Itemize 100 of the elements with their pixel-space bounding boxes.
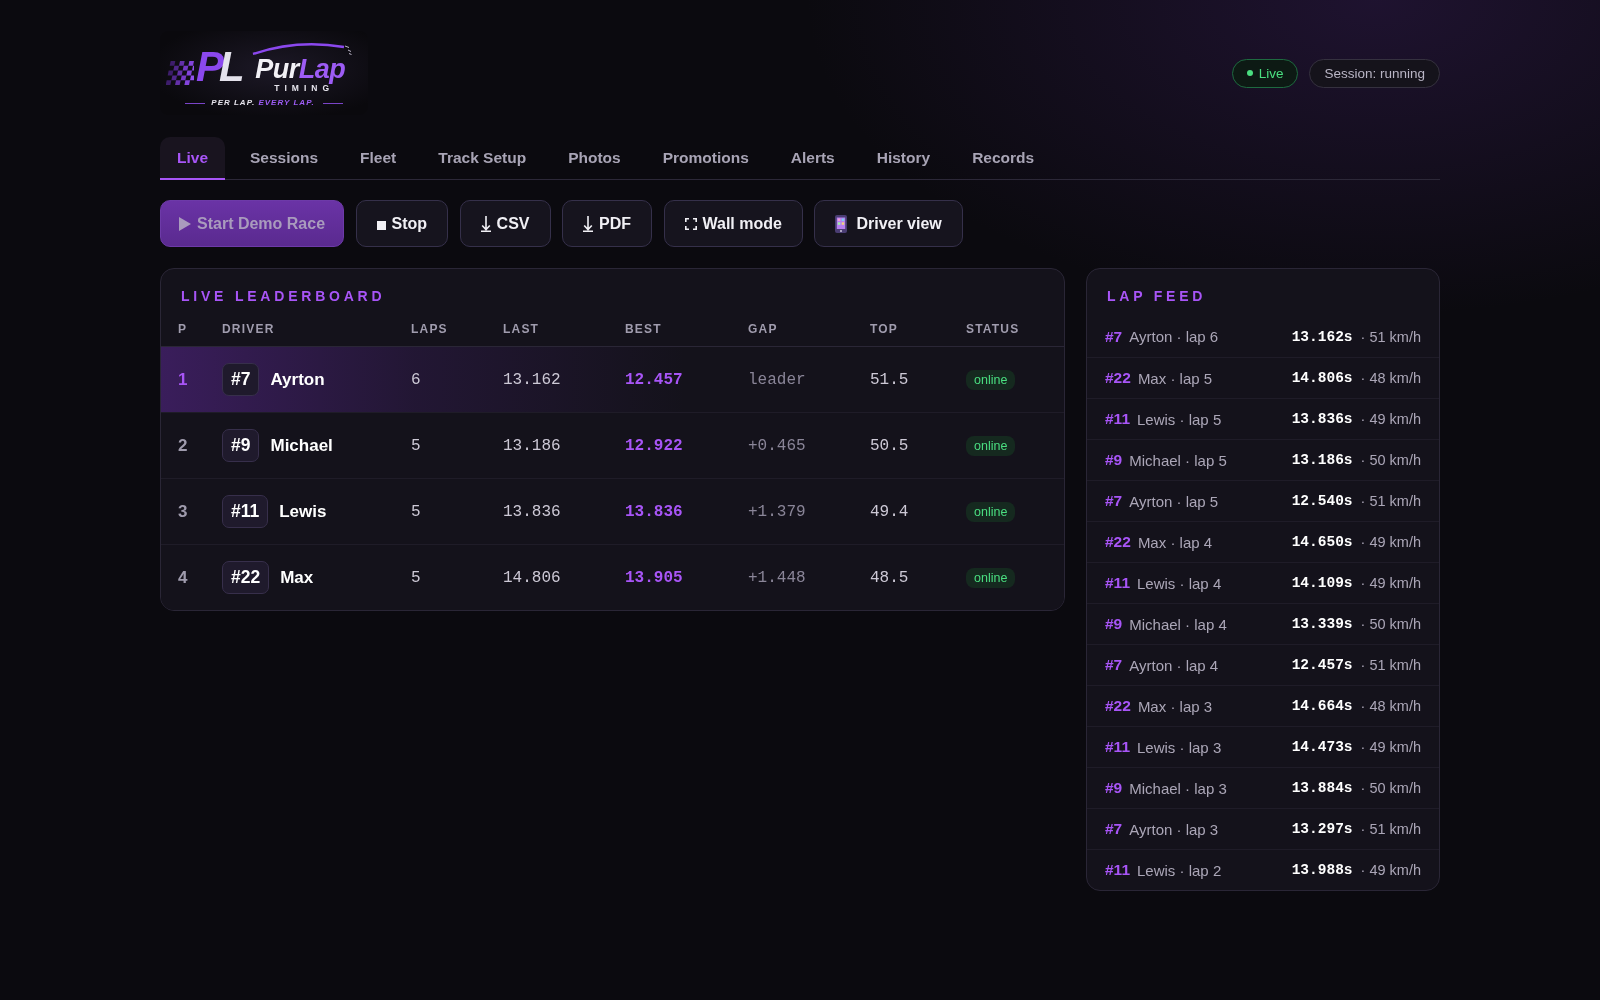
car-number: #11 bbox=[1105, 574, 1130, 592]
logo-tagline: PER LAP. EVERY LAP. bbox=[211, 98, 316, 108]
lap-label: Lewis · lap 5 bbox=[1137, 410, 1222, 428]
lap-speed: · 51 km/h bbox=[1360, 328, 1421, 345]
fullscreen-icon bbox=[684, 217, 697, 230]
lap-speed: · 50 km/h bbox=[1360, 780, 1421, 796]
lap-time: 14.109s bbox=[1291, 575, 1353, 591]
last-lap-time: 13.836 bbox=[503, 502, 561, 521]
top-speed: 50.5 bbox=[870, 436, 909, 455]
checkered-flag-icon bbox=[166, 61, 194, 85]
nav-tab[interactable]: Photos bbox=[551, 137, 638, 180]
driver-name: Max bbox=[280, 567, 314, 588]
lap-speed: · 49 km/h bbox=[1360, 411, 1421, 427]
driver-name: Lewis bbox=[279, 501, 327, 522]
phone-icon bbox=[835, 214, 848, 233]
gap-to-leader: +1.448 bbox=[748, 568, 806, 587]
lap-time: 14.473s bbox=[1291, 739, 1353, 755]
car-number: #22 bbox=[1105, 533, 1131, 551]
lap-speed: · 49 km/h bbox=[1360, 575, 1421, 591]
play-icon bbox=[179, 216, 191, 231]
nav-tab[interactable]: Live bbox=[160, 137, 225, 180]
lap-speed: · 51 km/h bbox=[1360, 821, 1421, 837]
car-number: #7 bbox=[1105, 656, 1123, 674]
panel-title: LAP FEED bbox=[1106, 288, 1208, 304]
car-number-tag: #22 bbox=[222, 561, 270, 594]
logo-wordmark: PurLap bbox=[255, 55, 347, 83]
top-speed: 48.5 bbox=[870, 568, 909, 587]
lap-label: Ayrton · lap 6 bbox=[1129, 328, 1219, 345]
column-header: DRIVER bbox=[222, 321, 276, 336]
car-number-tag: #11 bbox=[222, 495, 269, 528]
position-number: 3 bbox=[178, 501, 188, 522]
logo-subtitle: TIMING bbox=[273, 83, 335, 93]
car-number-tag: #7 bbox=[222, 363, 260, 396]
live-label: Live bbox=[1258, 65, 1284, 81]
car-number: #9 bbox=[1105, 451, 1123, 469]
lap-label: Max · lap 5 bbox=[1137, 369, 1213, 387]
download-button[interactable]: CSV bbox=[459, 200, 551, 247]
lap-count: 6 bbox=[411, 370, 421, 389]
car-number: #11 bbox=[1105, 410, 1130, 428]
lap-time: 14.806s bbox=[1291, 370, 1353, 386]
status-pill: online bbox=[966, 567, 1016, 588]
swoosh-arc-icon bbox=[251, 41, 352, 55]
lap-label: Michael · lap 3 bbox=[1129, 779, 1227, 797]
download-icon bbox=[480, 215, 491, 232]
lap-time: 13.836s bbox=[1291, 411, 1353, 427]
lap-count: 5 bbox=[411, 436, 421, 455]
lap-time: 13.339s bbox=[1291, 616, 1353, 632]
lap-label: Lewis · lap 2 bbox=[1137, 861, 1222, 879]
lap-label: Michael · lap 5 bbox=[1129, 451, 1227, 469]
gap-to-leader: +0.465 bbox=[748, 436, 806, 455]
gap-to-leader: leader bbox=[748, 370, 806, 389]
nav-tab[interactable]: Promotions bbox=[645, 137, 766, 180]
wall-mode-button[interactable]: Wall mode bbox=[663, 200, 803, 247]
car-number: #7 bbox=[1105, 492, 1123, 510]
logo-monogram: PL bbox=[195, 45, 242, 89]
last-lap-time: 13.186 bbox=[503, 436, 561, 455]
lap-speed: · 49 km/h bbox=[1360, 739, 1421, 755]
lap-speed: · 48 km/h bbox=[1360, 370, 1421, 386]
column-header: BEST bbox=[625, 321, 663, 336]
lap-label: Max · lap 3 bbox=[1137, 697, 1213, 715]
panel-title: LIVE LEADERBOARD bbox=[180, 288, 387, 304]
lap-speed: · 48 km/h bbox=[1360, 698, 1421, 714]
lap-label: Ayrton · lap 4 bbox=[1129, 656, 1219, 674]
nav-tab[interactable]: History bbox=[859, 137, 948, 180]
lap-time: 12.540s bbox=[1291, 493, 1353, 509]
lap-time: 13.988s bbox=[1291, 862, 1353, 878]
session-status: Session: running bbox=[1309, 58, 1440, 88]
lap-time: 14.664s bbox=[1291, 698, 1353, 714]
top-speed: 49.4 bbox=[870, 502, 909, 521]
lap-label: Ayrton · lap 3 bbox=[1129, 820, 1219, 838]
lap-count: 5 bbox=[411, 502, 421, 521]
column-header: TOP bbox=[870, 321, 900, 336]
nav-tab[interactable]: Fleet bbox=[343, 137, 414, 180]
car-number: #7 bbox=[1105, 327, 1123, 346]
nav-tab[interactable]: Records bbox=[955, 137, 1052, 180]
nav-tab[interactable]: Sessions bbox=[233, 137, 336, 180]
position-number: 1 bbox=[178, 369, 188, 390]
car-number: #22 bbox=[1105, 697, 1131, 715]
car-number: #11 bbox=[1105, 861, 1130, 879]
column-header: P bbox=[178, 321, 189, 336]
lap-speed: · 50 km/h bbox=[1360, 452, 1421, 468]
lap-label: Max · lap 4 bbox=[1137, 533, 1213, 551]
lap-label: Lewis · lap 3 bbox=[1137, 738, 1222, 756]
car-number: #22 bbox=[1105, 369, 1131, 387]
car-number: #9 bbox=[1105, 779, 1123, 797]
lap-time: 13.162s bbox=[1291, 328, 1353, 345]
nav-tab[interactable]: Track Setup bbox=[421, 137, 544, 180]
driver-name: Ayrton bbox=[270, 369, 325, 390]
download-button[interactable]: PDF bbox=[562, 200, 652, 247]
lap-count: 5 bbox=[411, 568, 421, 587]
stop-button[interactable]: Stop bbox=[355, 200, 449, 247]
column-header: STATUS bbox=[966, 321, 1021, 336]
last-lap-time: 13.162 bbox=[503, 370, 561, 389]
nav-tab[interactable]: Alerts bbox=[773, 137, 852, 180]
column-header: GAP bbox=[748, 321, 779, 336]
position-number: 4 bbox=[178, 567, 188, 588]
lap-time: 12.457s bbox=[1291, 657, 1353, 673]
driver-view-button[interactable]: Driver view bbox=[814, 200, 963, 247]
lap-label: Ayrton · lap 5 bbox=[1129, 492, 1219, 510]
best-lap-time: 13.905 bbox=[625, 568, 683, 587]
